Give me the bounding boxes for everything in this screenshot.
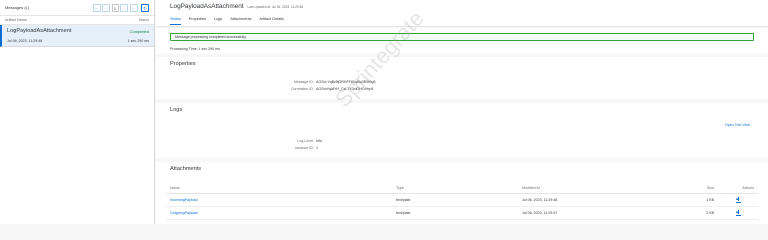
attachment-modified: Jul 06, 2023, 11:29:48 xyxy=(518,193,663,207)
message-list-toolbar: Messages (1) « ‹ 1 › » ↻ xyxy=(0,0,154,16)
log-level-label: Log Level: xyxy=(297,139,314,143)
column-modified: Modified At xyxy=(518,183,663,194)
correlation-id-value: AGSmYqAFrH_CsLTX3oiOHCfHrp5 xyxy=(316,87,374,91)
column-type: Type xyxy=(392,183,518,194)
message-list-header: Artifact Name Status xyxy=(0,16,154,25)
instance-id-value: 1 xyxy=(316,146,318,150)
table-row: OutgoingPayload text/plain Jul 06, 2023,… xyxy=(166,206,758,220)
column-actions: Actions xyxy=(718,183,758,194)
first-page-button[interactable]: « xyxy=(92,3,101,12)
attachments-title: Attachments xyxy=(170,166,202,172)
download-icon[interactable] xyxy=(735,196,741,203)
column-name: Name xyxy=(166,183,392,194)
attachment-size: 1 KB xyxy=(663,193,718,207)
message-detail-panel: LogPayloadAsAttachment Last Updated at: … xyxy=(156,0,768,224)
list-item[interactable]: LogPayloadAsAttachment Completed Jul 06,… xyxy=(0,25,154,47)
table-header-row: Name Type Modified At Size Actions xyxy=(166,183,758,194)
tab-status[interactable]: Status xyxy=(170,17,181,25)
attachment-modified: Jul 06, 2023, 11:29:47 xyxy=(518,206,663,220)
refresh-icon[interactable]: ↻ xyxy=(141,3,149,12)
attachments-table: Name Type Modified At Size Actions Incom… xyxy=(166,183,758,220)
message-artifact-name: LogPayloadAsAttachment xyxy=(7,28,72,34)
last-page-button[interactable]: » xyxy=(129,3,138,12)
instance-id-row: Instance ID: 1 xyxy=(156,146,768,152)
attachment-type: text/plain xyxy=(392,206,518,220)
attachment-size: 2 KB xyxy=(663,206,718,220)
download-icon[interactable] xyxy=(735,209,741,216)
prev-page-button[interactable]: ‹ xyxy=(102,3,110,12)
next-page-button[interactable]: › xyxy=(120,3,128,12)
open-text-view-link[interactable]: Open Text View xyxy=(725,123,750,127)
tab-logs[interactable]: Logs xyxy=(214,17,222,25)
column-size: Size xyxy=(663,183,718,194)
status-badge: Completed xyxy=(129,29,149,34)
column-status: Status xyxy=(138,18,149,22)
properties-title: Properties xyxy=(170,61,196,67)
log-level-value: Info xyxy=(316,139,322,143)
pager: « ‹ 1 › » ↻ xyxy=(92,3,149,12)
column-artifact-name: Artifact Name xyxy=(5,18,27,22)
instance-id-label: Instance ID: xyxy=(294,146,314,150)
processing-time: Processing Time: 1 sec 290 ms xyxy=(170,47,220,51)
status-section xyxy=(156,28,768,54)
table-row: IncomingPayload text/plain Jul 06, 2023,… xyxy=(166,193,758,207)
attachment-name-link[interactable]: OutgoingPayload xyxy=(170,211,198,215)
tab-bar: Status Properties Logs Attachments Artif… xyxy=(170,17,758,25)
page-title: LogPayloadAsAttachment xyxy=(170,3,244,10)
tab-attachments[interactable]: Attachments xyxy=(230,17,251,25)
object-header: LogPayloadAsAttachment Last Updated at: … xyxy=(156,0,768,27)
attachment-type: text/plain xyxy=(392,193,518,207)
log-level-row: Log Level: Info xyxy=(156,139,768,145)
correlation-id-label: Correlation ID: xyxy=(290,87,314,91)
message-id-row: Message ID: AGSm YqBzffjGRHFF80q8Iu3RM9g… xyxy=(156,80,768,86)
last-updated-text: Last Updated at: Jul 06, 2023, 11:29:48 xyxy=(247,5,304,9)
message-date: Jul 06, 2023, 11:29:48 xyxy=(7,39,43,43)
logs-title: Logs xyxy=(170,107,183,113)
message-id-value: AGSm YqBzffjGRHFF80q8Iu3RM9g5 xyxy=(316,80,376,84)
message-id-label: Message ID: xyxy=(293,80,314,84)
correlation-id-row: Correlation ID: AGSmYqAFrH_CsLTX3oiOHCfH… xyxy=(156,87,768,93)
message-list-panel: Messages (1) « ‹ 1 › » ↻ Artifact Name S… xyxy=(0,0,155,224)
page-number-input[interactable]: 1 xyxy=(111,3,119,12)
message-list-title: Messages (1) xyxy=(5,5,30,10)
attachment-name-link[interactable]: IncomingPayload xyxy=(170,198,198,202)
message-duration: 1 sec 290 ms xyxy=(127,39,149,43)
tab-properties[interactable]: Properties xyxy=(189,17,206,25)
success-message-strip: Message processing completed successfull… xyxy=(170,33,754,41)
tab-artifact-details[interactable]: Artifact Details xyxy=(259,17,283,25)
